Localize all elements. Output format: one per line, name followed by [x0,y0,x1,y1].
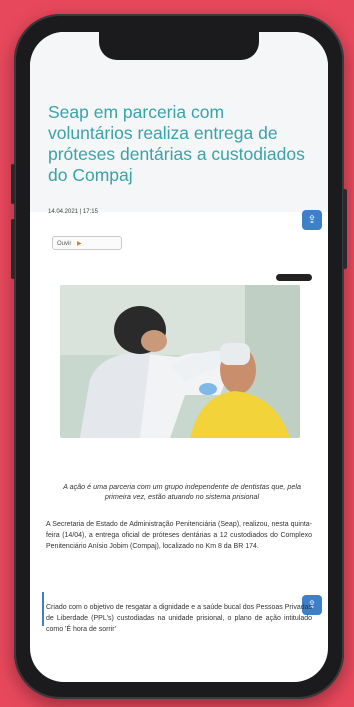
article-date: 14.04.2021 | 17:15 [48,209,98,215]
article-paragraph: Criado com o objetivo de resgatar a dign… [46,604,312,633]
mute-switch [11,164,15,204]
font-size-control[interactable] [276,274,312,281]
share-icon[interactable]: ⇪ [302,210,322,230]
power-button [343,189,347,269]
photo-caption: A ação é uma parceria com um grupo indep… [63,482,301,501]
phone-notch [99,32,259,60]
article-paragraph: A Secretaria de Estado de Administração … [46,521,312,550]
paragraph-marker [42,592,44,626]
phone-screen: Seap em parceria com voluntários realiza… [30,32,328,682]
audio-label: Ouvir [57,241,72,247]
phone-frame: Seap em parceria com voluntários realiza… [11,14,347,699]
article-photo [60,285,300,438]
audio-player-button[interactable]: Ouvir ▶ [52,236,122,250]
dentist-photo-illustration [60,285,300,438]
volume-button [11,219,15,279]
article-title: Seap em parceria com voluntários realiza… [48,102,305,185]
play-icon: ▶ [77,241,82,247]
